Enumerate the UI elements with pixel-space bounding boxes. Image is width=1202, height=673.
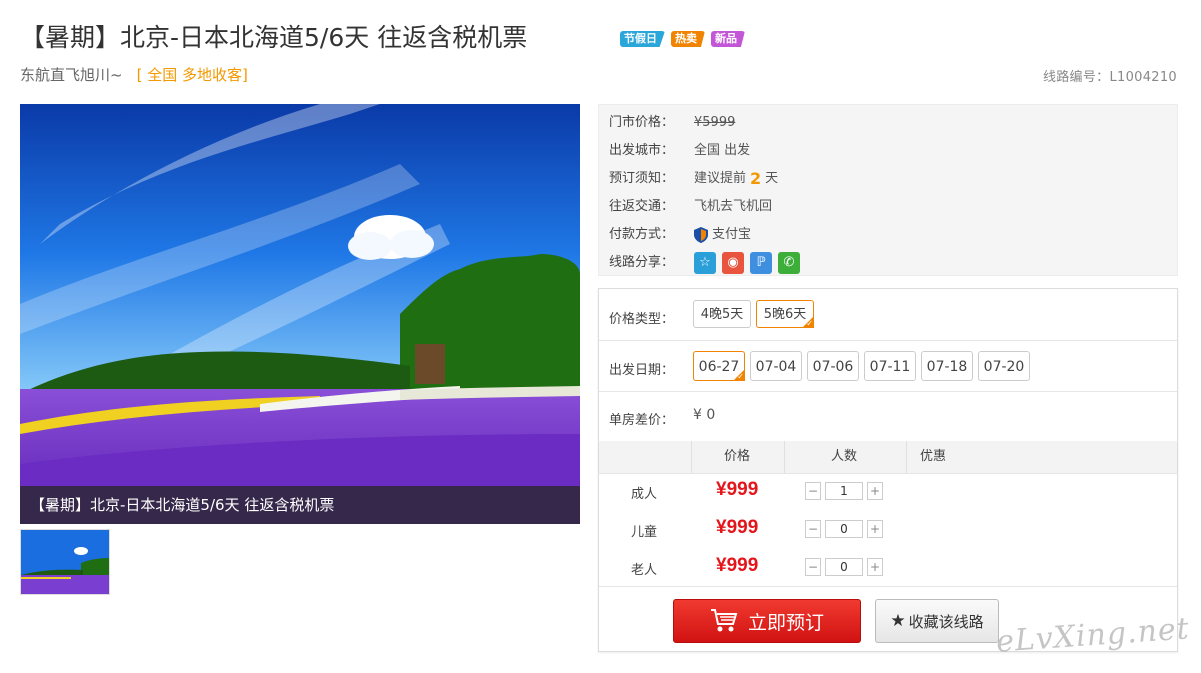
price-type-option-selected[interactable]: 5晚6天 (756, 300, 814, 330)
date-option[interactable]: 07-18 (921, 351, 973, 381)
favorite-route-button[interactable]: ★ 收藏该线路 (875, 599, 999, 643)
quantity-stepper: − 0 + (805, 520, 883, 538)
table-row: 儿童 ¥999 − 0 + (599, 511, 1177, 549)
booking-note-suffix: 天 (765, 171, 779, 186)
booking-note-days: 2 (750, 169, 762, 188)
header-price: 价格 (724, 449, 751, 464)
tag-holiday: 节假日 (620, 31, 665, 47)
book-now-button[interactable]: 立即预订 (673, 599, 861, 643)
region-link[interactable]: [ 全国 多地收客] (137, 66, 248, 84)
quantity-input[interactable]: 1 (825, 482, 863, 500)
departure-date-label: 出发日期： (609, 363, 675, 378)
route-code-label: 线路编号： (1042, 70, 1110, 85)
traveler-price: ¥999 (716, 555, 759, 576)
tag-hot: 热卖 (671, 31, 705, 47)
price-table-header: 价格 人数 优惠 (599, 441, 1177, 474)
share-row: 线路分享： ☆ ◉ ℙ ✆ (609, 249, 806, 277)
departure-city-label: 出发城市： (609, 143, 675, 158)
header-discount: 优惠 (920, 449, 947, 464)
date-option[interactable]: 07-11 (864, 351, 916, 381)
traveler-price: ¥999 (716, 517, 759, 538)
traveler-type: 儿童 (631, 525, 658, 540)
star-icon: ★ (890, 611, 906, 631)
photo-caption: 【暑期】北京-日本北海道5/6天 往返含税机票 (20, 486, 580, 524)
date-option-selected[interactable]: 06-27 (693, 351, 745, 383)
book-now-label: 立即预订 (747, 611, 824, 634)
date-option[interactable]: 07-06 (807, 351, 859, 381)
main-photo: 【暑期】北京-日本北海道5/6天 往返含税机票 (20, 104, 580, 524)
cart-icon (710, 609, 738, 632)
increment-button[interactable]: + (867, 558, 883, 576)
share-icons: ☆ ◉ ℙ ✆ (694, 252, 806, 274)
departure-city-row: 出发城市： 全国 出发 (609, 137, 750, 165)
quantity-stepper: − 1 + (805, 482, 883, 500)
route-code-value: L1004210 (1109, 70, 1177, 85)
route-code: 线路编号：L1004210 (1043, 66, 1177, 85)
date-option[interactable]: 07-04 (750, 351, 802, 381)
product-info-panel: 门市价格： ¥5999 出发城市： 全国 出发 预订须知： 建议提前 2 天 往返交… (598, 104, 1178, 276)
share-label: 线路分享： (609, 255, 675, 270)
single-room-label: 单房差价： (609, 413, 675, 428)
payment-label: 付款方式： (609, 227, 675, 242)
payment-row: 付款方式： 支付宝 (609, 221, 751, 249)
tag-new: 新品 (711, 31, 745, 47)
page-subtitle: 东航直飞旭川~ [ 全国 多地收客] (20, 64, 248, 85)
page-title: 【暑期】北京-日本北海道5/6天 往返含税机票 (20, 23, 528, 52)
header-count: 人数 (831, 449, 858, 464)
transport-value: 飞机去飞机回 (694, 199, 773, 214)
photo-thumbnail[interactable] (20, 529, 110, 595)
decrement-button[interactable]: − (805, 520, 821, 538)
booking-note-label: 预订须知： (609, 171, 675, 186)
table-row: 成人 ¥999 − 1 + (599, 473, 1177, 511)
payment-value: 支付宝 (694, 221, 751, 249)
market-price-label: 门市价格： (609, 115, 675, 130)
transport-row: 往返交通： 飞机去飞机回 (609, 193, 772, 221)
decrement-button[interactable]: − (805, 482, 821, 500)
price-type-option[interactable]: 4晚5天 (693, 300, 751, 328)
subtitle-text: 东航直飞旭川~ (20, 66, 123, 84)
payment-text: 支付宝 (712, 227, 752, 242)
booking-panel: 价格类型： 4晚5天 5晚6天 出发日期： 06-27 07-04 07-06 … (598, 288, 1178, 652)
price-type-label: 价格类型： (609, 312, 675, 327)
lavender-field-image (20, 104, 580, 524)
single-room-value: ¥ 0 (693, 407, 716, 423)
departure-date-section: 出发日期： 06-27 07-04 07-06 07-11 07-18 07-2… (599, 340, 1177, 392)
table-row: 老人 ¥999 − 0 + (599, 549, 1177, 587)
tag-group: 节假日 热卖 新品 (620, 31, 745, 47)
wechat-share-icon[interactable]: ✆ (778, 252, 800, 274)
booking-note-value: 建议提前 2 天 (694, 165, 778, 193)
qzone-share-icon[interactable]: ☆ (694, 252, 716, 274)
traveler-price: ¥999 (716, 479, 759, 500)
single-room-section: 单房差价： ¥ 0 (599, 391, 1177, 441)
date-option[interactable]: 07-20 (978, 351, 1030, 381)
traveler-type: 成人 (631, 487, 658, 502)
market-price-value: ¥5999 (694, 115, 736, 130)
quantity-input[interactable]: 0 (825, 558, 863, 576)
booking-note-row: 预订须知： 建议提前 2 天 (609, 165, 778, 193)
transport-label: 往返交通： (609, 199, 675, 214)
quantity-input[interactable]: 0 (825, 520, 863, 538)
tencent-share-icon[interactable]: ℙ (750, 252, 772, 274)
increment-button[interactable]: + (867, 520, 883, 538)
alipay-shield-icon (694, 227, 708, 243)
departure-city-value[interactable]: 全国 出发 (694, 137, 750, 165)
traveler-type: 老人 (631, 563, 658, 578)
decrement-button[interactable]: − (805, 558, 821, 576)
quantity-stepper: − 0 + (805, 558, 883, 576)
price-type-section: 价格类型： 4晚5天 5晚6天 (599, 289, 1177, 341)
weibo-share-icon[interactable]: ◉ (722, 252, 744, 274)
favorite-route-label: 收藏该线路 (908, 612, 984, 631)
increment-button[interactable]: + (867, 482, 883, 500)
market-price-row: 门市价格： ¥5999 (609, 109, 735, 137)
booking-note-prefix: 建议提前 (694, 171, 747, 186)
